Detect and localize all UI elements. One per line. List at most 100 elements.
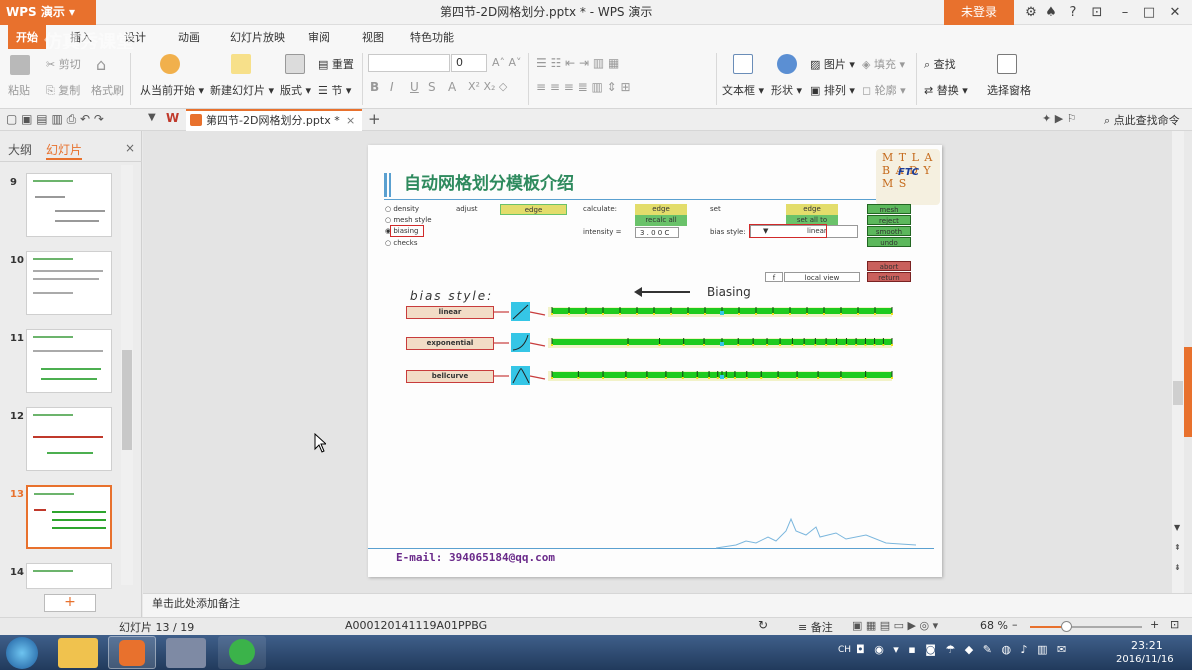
underline-button[interactable]: U [410, 80, 419, 94]
help-icon[interactable]: ? [1060, 0, 1086, 25]
sync-icon[interactable]: ↻ [758, 618, 768, 632]
format-painter-icon[interactable]: ⌂ [96, 55, 106, 74]
maximize-button[interactable]: □ [1136, 0, 1162, 25]
slide-thumbnail[interactable] [26, 407, 112, 471]
recalc-all-button[interactable]: recalc all [635, 215, 687, 226]
outline-button[interactable]: ◻ 轮廓 ▾ [862, 82, 906, 98]
zoom-level[interactable]: 68 % [980, 619, 1008, 632]
notes-toggle[interactable]: ≡ 备注 [798, 619, 833, 635]
tab-outline[interactable]: 大纲 [8, 141, 32, 158]
radio-mesh-style[interactable]: ○ mesh style [385, 216, 432, 224]
textbox-button[interactable]: 文本框 ▾ [722, 82, 764, 98]
new-slide-icon[interactable] [231, 54, 251, 74]
panel-scrollbar[interactable] [121, 165, 133, 585]
minimize-button[interactable]: – [1112, 0, 1138, 25]
replace-button[interactable]: ⇄ 替换 ▾ [924, 82, 968, 98]
radio-checks[interactable]: ○ checks [385, 239, 418, 247]
quick-access-dropdown-icon[interactable]: ▼ [148, 112, 156, 123]
input-lang[interactable]: CH [838, 645, 851, 655]
new-tab-button[interactable]: + [368, 110, 381, 128]
zoom-slider[interactable] [1030, 621, 1142, 632]
slide-canvas[interactable]: 自动网格划分模板介绍 M T L A B A D Y M S FTC ○ den… [368, 145, 942, 577]
slide-thumbnail[interactable] [26, 173, 112, 237]
mesh-button[interactable]: mesh [867, 204, 911, 214]
paste-icon[interactable] [10, 55, 30, 75]
set-edge-button[interactable]: edge [786, 204, 838, 215]
selection-pane-icon[interactable] [997, 54, 1017, 74]
slide-thumbnail[interactable] [26, 329, 112, 393]
tray-icons[interactable]: ◘ ◉ ▾ ▪ ◙ ☂ ◆ ✎ ◍ ♪ ▥ ✉ [856, 643, 1069, 656]
cut-button[interactable]: ✂ 剪切 [46, 56, 81, 72]
font-grow-icon[interactable]: A˄ A˅ [492, 56, 522, 69]
calc-edge-button[interactable]: edge [635, 204, 687, 215]
bold-button[interactable]: B [370, 80, 379, 94]
side-panel-toggle[interactable] [1184, 347, 1192, 437]
list-bullets-icon[interactable]: ☰ ☷ ⇤ ⇥ ▥ ▦ [536, 56, 619, 70]
font-family-select[interactable] [368, 54, 450, 72]
abort-button[interactable]: abort [867, 261, 911, 271]
reset-button[interactable]: ▤ 重置 [318, 56, 354, 72]
scrollbar-thumb[interactable] [122, 350, 132, 450]
find-button[interactable]: ⌕ 查找 [924, 56, 956, 72]
selection-pane-button[interactable]: 选择窗格 [987, 82, 1031, 98]
fit-window-icon[interactable]: ⊡ [1170, 618, 1179, 631]
copy-button[interactable]: ⎘ 复制 [46, 82, 80, 98]
zoom-out-button[interactable]: – [1012, 618, 1018, 631]
shape-button[interactable]: 形状 ▾ [771, 82, 802, 98]
local-view-button[interactable]: local view [784, 272, 860, 282]
layout-icon[interactable] [285, 54, 305, 74]
close-button[interactable]: ✕ [1162, 0, 1188, 25]
wps-taskbar-button[interactable] [108, 636, 156, 669]
clock-time[interactable]: 23:21 [1131, 639, 1163, 652]
add-slide-button[interactable]: + [44, 594, 96, 612]
view-buttons[interactable]: ▣ ▦ ▤ ▭ ▶ ◎ ▾ [852, 619, 938, 632]
login-button[interactable]: 未登录 [944, 0, 1014, 25]
zoom-in-button[interactable]: + [1150, 618, 1159, 631]
shape-icon[interactable] [777, 54, 797, 74]
smooth-button[interactable]: smooth [867, 226, 911, 236]
shadow-button[interactable]: S [428, 80, 436, 94]
fill-button[interactable]: ◈ 填充 ▾ [862, 56, 905, 72]
paste-button[interactable]: 粘贴 [8, 82, 30, 98]
next-slide-icon[interactable]: ⇟ [1174, 563, 1181, 572]
return-button[interactable]: return [867, 272, 911, 282]
picture-button[interactable]: ▨ 图片 ▾ [810, 56, 855, 72]
textbox-icon[interactable] [733, 54, 753, 74]
scrollbar-thumb[interactable] [1173, 381, 1183, 405]
layout-button[interactable]: 版式 ▾ [280, 82, 311, 98]
clock-date[interactable]: 2016/11/16 [1116, 654, 1174, 665]
align-icons[interactable]: ≡ ≡ ≡ ≣ ▥ ⇕ ⊞ [536, 80, 631, 94]
prev-slide-icon[interactable]: ⇞ [1174, 543, 1181, 552]
tab-slideshow[interactable]: 幻灯片放映 [230, 25, 285, 49]
tab-animation[interactable]: 动画 [178, 25, 200, 49]
intensity-field[interactable]: 3 . 0 0 C [635, 227, 679, 238]
font-color-button[interactable]: A [448, 80, 456, 94]
slide-thumbnail[interactable] [26, 563, 112, 589]
close-panel-icon[interactable]: × [125, 141, 135, 155]
toolbar-right-icons[interactable]: ✦ ▶ ⚐ [1042, 112, 1077, 125]
document-tab[interactable]: 第四节-2D网格划分.pptx * × [186, 109, 362, 131]
close-tab-icon[interactable]: × [346, 111, 355, 130]
app-menu-button[interactable]: WPS 演示 ▾ [0, 0, 96, 25]
play-icon[interactable] [160, 54, 180, 74]
f-button[interactable]: f [765, 272, 783, 282]
section-button[interactable]: ☰ 节 ▾ [318, 82, 351, 98]
command-search[interactable]: ⌕ 点此查找命令 [1104, 112, 1180, 128]
notes-area[interactable]: 单击此处添加备注 [143, 593, 1192, 617]
tab-home[interactable]: 开始 [8, 25, 46, 49]
superscript-icon[interactable]: X² X₂ ◇ [468, 80, 507, 93]
tab-special[interactable]: 特色功能 [410, 25, 454, 49]
scroll-down-icon[interactable]: ▼ [1174, 523, 1180, 532]
radio-density[interactable]: ○ density [385, 205, 419, 213]
italic-button[interactable]: I [390, 80, 394, 94]
tab-review[interactable]: 审阅 [308, 25, 330, 49]
zoom-slider-thumb[interactable] [1061, 621, 1072, 632]
play-from-current-button[interactable]: 从当前开始 ▾ [140, 82, 204, 98]
start-button[interactable] [6, 637, 38, 669]
adjust-edge-button[interactable]: edge [500, 204, 567, 215]
undo-button[interactable]: undo [867, 237, 911, 247]
slide-thumbnail[interactable] [26, 251, 112, 315]
tab-view[interactable]: 视图 [362, 25, 384, 49]
reject-button[interactable]: reject [867, 215, 911, 225]
workspace-scrollbar[interactable]: ▼ ⇞ ⇟ [1172, 131, 1184, 593]
